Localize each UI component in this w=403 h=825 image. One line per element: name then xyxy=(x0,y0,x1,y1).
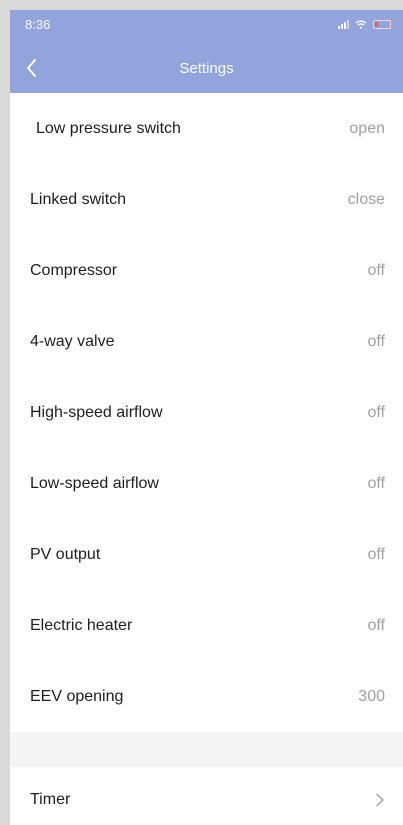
row-label: PV output xyxy=(30,545,101,563)
row-linked-switch: Linked switch close xyxy=(10,164,403,235)
row-label: Low pressure switch xyxy=(36,119,181,137)
row-value: off xyxy=(367,616,386,634)
row-pv-output: PV output off xyxy=(10,519,403,590)
row-value: open xyxy=(349,119,385,137)
row-label: Compressor xyxy=(30,261,118,279)
row-value: off xyxy=(367,261,386,279)
row-high-speed-airflow: High-speed airflow off xyxy=(10,377,403,448)
chevron-right-icon xyxy=(376,793,384,807)
row-label: Linked switch xyxy=(30,190,127,208)
row-value: off xyxy=(367,474,386,492)
status-bar: 8:36 xyxy=(10,10,403,42)
header-bar: 8:36 Settings xyxy=(10,10,403,93)
row-label: Low-speed airflow xyxy=(30,474,159,492)
row-low-speed-airflow: Low-speed airflow off xyxy=(10,448,403,519)
status-icons xyxy=(338,20,391,29)
nav-bar: Settings xyxy=(10,48,403,93)
timer-row[interactable]: Timer xyxy=(10,767,403,825)
row-value: off xyxy=(367,545,386,563)
app-screen: 8:36 Settings Low pressure switch open L… xyxy=(10,10,403,825)
row-value: off xyxy=(367,403,386,421)
row-label: 4-way valve xyxy=(30,332,115,350)
row-value: 300 xyxy=(358,687,385,705)
page-title: Settings xyxy=(179,60,234,77)
row-label: High-speed airflow xyxy=(30,403,163,421)
settings-list: Low pressure switch open Linked switch c… xyxy=(10,93,403,825)
wifi-icon xyxy=(355,20,367,29)
row-4-way-valve: 4-way valve off xyxy=(10,306,403,377)
battery-icon xyxy=(373,20,391,29)
row-value: off xyxy=(367,332,386,350)
row-eev-opening: EEV opening 300 xyxy=(10,661,403,732)
status-time: 8:36 xyxy=(25,17,51,32)
row-value: close xyxy=(347,190,385,208)
row-low-pressure-switch: Low pressure switch open xyxy=(10,93,403,164)
section-divider xyxy=(10,732,403,767)
row-label: Electric heater xyxy=(30,616,133,634)
timer-label: Timer xyxy=(30,791,71,808)
row-label: EEV opening xyxy=(30,687,124,705)
row-electric-heater: Electric heater off xyxy=(10,590,403,661)
signal-icon xyxy=(338,20,349,29)
row-compressor: Compressor off xyxy=(10,235,403,306)
